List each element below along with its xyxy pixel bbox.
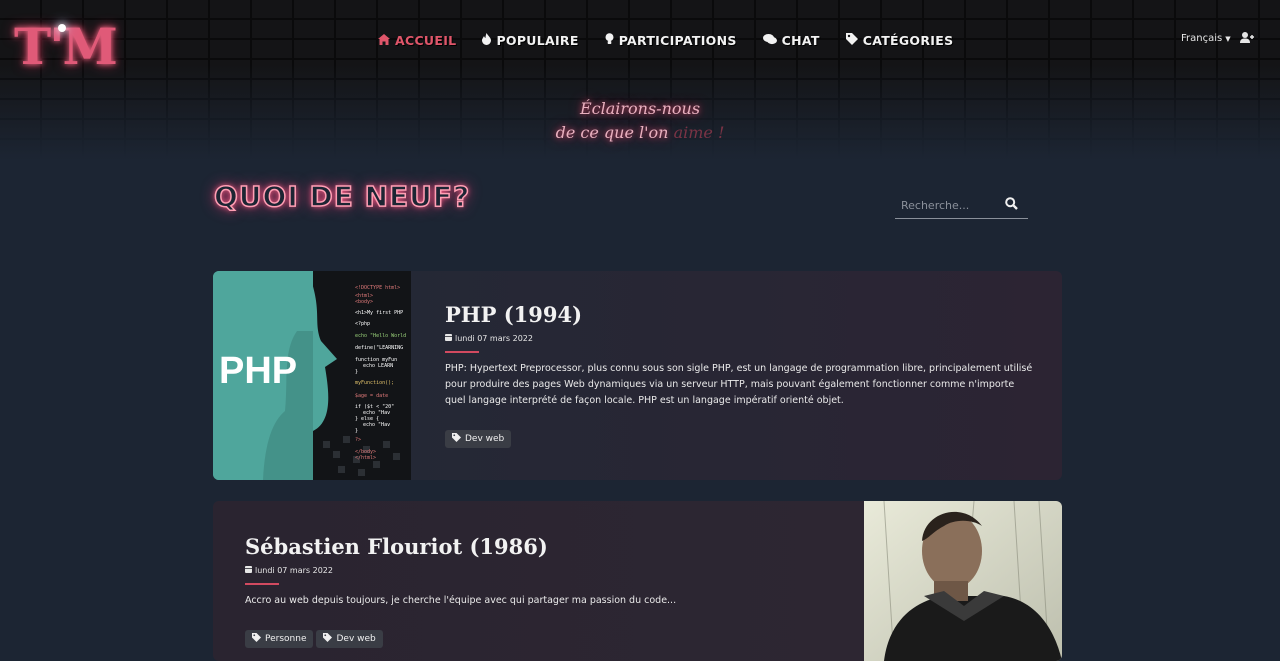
tag-icon [323, 633, 333, 645]
tagline-line2: de ce que l'on aime ! [540, 121, 740, 145]
language-label: Français [1181, 33, 1223, 44]
post-thumbnail[interactable] [864, 501, 1062, 661]
svg-text:<?php: <?php [355, 321, 370, 327]
svg-text:define("LEARNING: define("LEARNING [355, 345, 403, 351]
svg-text:}: } [355, 369, 358, 375]
nav-item-populaire[interactable]: POPULAIRE [482, 33, 578, 48]
nav-label: ACCUEIL [395, 33, 457, 48]
svg-text:echo "Hello World: echo "Hello World [355, 333, 406, 339]
post-body: PHP (1994) lundi 07 mars 2022 PHP: Hyper… [445, 302, 1035, 448]
svg-text:$age = date: $age = date [355, 393, 388, 399]
post-thumbnail[interactable]: <!DOCTYPE html> <html> <body> <h1>My fir… [213, 271, 411, 480]
nav-label: CATÉGORIES [862, 33, 954, 48]
tagline-prefix: de ce que l'on [555, 123, 674, 142]
tag-icon [252, 633, 261, 645]
svg-text:<body>: <body> [355, 299, 373, 305]
comments-icon [762, 33, 777, 48]
search-icon[interactable] [1005, 197, 1018, 214]
main-nav: ACCUEIL POPULAIRE PARTICIPATIONS CHAT CA… [378, 33, 979, 48]
post-body: Sébastien Flouriot (1986) lundi 07 mars … [245, 534, 825, 648]
tag-dev-web[interactable]: Dev web [316, 630, 383, 648]
site-tagline: Éclairons-nous de ce que l'on aime ! [540, 97, 740, 145]
svg-text:</html>: </html> [355, 455, 376, 461]
svg-text:myFunction();: myFunction(); [355, 380, 394, 386]
svg-text:<!DOCTYPE html>: <!DOCTYPE html> [355, 285, 400, 291]
title-divider [245, 583, 279, 585]
post-date-text: lundi 07 mars 2022 [455, 333, 533, 343]
flame-icon [482, 33, 492, 48]
caret-down-icon: ▼ [1225, 35, 1231, 43]
nav-item-participations[interactable]: PARTICIPATIONS [605, 33, 737, 48]
tag-label: Personne [265, 634, 307, 644]
search-box [895, 194, 1028, 219]
php-thumb-label: PHP [219, 350, 297, 392]
lightbulb-icon [605, 33, 614, 48]
tag-icon [845, 33, 858, 48]
svg-text:?>: ?> [355, 437, 361, 443]
post-date: lundi 07 mars 2022 [445, 333, 1035, 343]
svg-text:echo "Hav: echo "Hav [363, 422, 390, 428]
svg-text:echo LEARN: echo LEARN [363, 363, 393, 369]
post-date-text: lundi 07 mars 2022 [255, 565, 333, 575]
nav-label: CHAT [781, 33, 820, 48]
post-card[interactable]: <!DOCTYPE html> <html> <body> <h1>My fir… [213, 271, 1062, 480]
logo-spark-icon [58, 24, 66, 32]
post-card[interactable]: Sébastien Flouriot (1986) lundi 07 mars … [213, 501, 1062, 661]
tagline-line1: Éclairons-nous [579, 99, 701, 118]
nav-label: POPULAIRE [496, 33, 579, 48]
page-title: QUOI DE NEUF? [213, 179, 471, 214]
calendar-icon [445, 333, 452, 343]
post-tags: Dev web [445, 427, 1035, 448]
post-tags: Personne Dev web [245, 627, 825, 648]
svg-text:}: } [355, 428, 358, 434]
user-account-icon[interactable] [1240, 32, 1254, 46]
tagline-dim: aime ! [673, 123, 725, 142]
tag-label: Dev web [465, 434, 505, 444]
language-selector[interactable]: Français ▼ [1181, 33, 1231, 44]
home-icon [378, 33, 390, 48]
nav-label: PARTICIPATIONS [618, 33, 737, 48]
tag-dev-web[interactable]: Dev web [445, 430, 512, 448]
search-input[interactable] [895, 195, 996, 216]
post-title[interactable]: Sébastien Flouriot (1986) [245, 534, 825, 559]
svg-text:<h1>My first PHP: <h1>My first PHP [355, 310, 403, 316]
post-excerpt: PHP: Hypertext Preprocessor, plus connu … [445, 363, 1033, 406]
site-header: T'M ACCUEIL POPULAIRE PARTICIPATIONS CHA… [0, 0, 1280, 160]
tag-label: Dev web [336, 634, 376, 644]
post-excerpt: Accro au web depuis toujours, je cherche… [245, 595, 677, 606]
nav-item-accueil[interactable]: ACCUEIL [378, 33, 456, 48]
title-divider [445, 351, 479, 353]
calendar-icon [245, 565, 252, 575]
nav-item-categories[interactable]: CATÉGORIES [845, 33, 954, 48]
tag-personne[interactable]: Personne [245, 630, 314, 648]
tag-icon [452, 433, 461, 445]
post-date: lundi 07 mars 2022 [245, 565, 825, 575]
post-title[interactable]: PHP (1994) [445, 302, 1035, 327]
site-logo[interactable]: T'M [14, 18, 118, 76]
nav-item-chat[interactable]: CHAT [762, 33, 820, 48]
